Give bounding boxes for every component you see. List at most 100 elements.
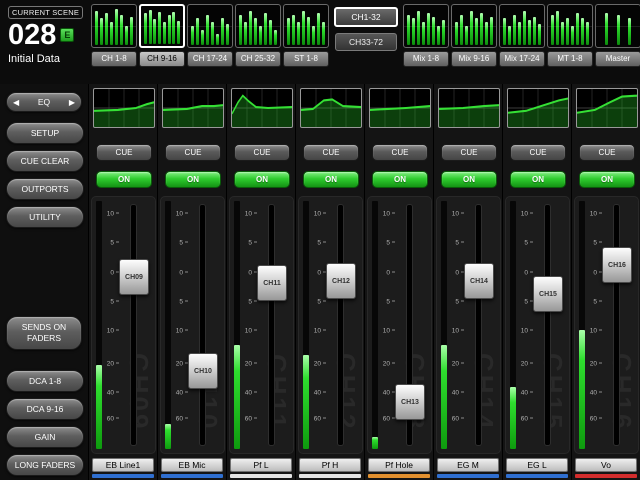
current-scene-label: CURRENT SCENE (8, 6, 83, 19)
channel-name[interactable]: Vo (575, 458, 637, 472)
on-button[interactable]: ON (372, 171, 428, 188)
cue-button[interactable]: CUE (303, 144, 359, 161)
cue-button[interactable]: CUE (510, 144, 566, 161)
bank-ch-1-8[interactable]: CH 1-8 (91, 4, 137, 84)
fader-scale-tick: 5 (179, 240, 188, 247)
bank-mix-9-16[interactable]: Mix 9-16 (451, 4, 497, 84)
on-button[interactable]: ON (510, 171, 566, 188)
fader-cap[interactable]: CH15 (533, 276, 563, 312)
bank-ch-9-16[interactable]: CH 9-16 (139, 4, 185, 84)
fader-cap[interactable]: CH12 (326, 263, 356, 299)
cue-clear-button[interactable]: CUE CLEAR (6, 150, 84, 172)
fader-cap[interactable]: CH14 (464, 263, 494, 299)
scene-panel[interactable]: CURRENT SCENE 028 E Initial Data (4, 4, 90, 84)
fader-scale-tick: 10 (314, 328, 326, 335)
on-button[interactable]: ON (579, 171, 635, 188)
on-button[interactable]: ON (303, 171, 359, 188)
fader-scale-tick: 60 (176, 415, 188, 422)
eq-curve-thumbnail[interactable] (93, 88, 155, 128)
meter-bar (274, 30, 277, 45)
gain-button[interactable]: GAIN (6, 426, 84, 448)
top-bar: CURRENT SCENE 028 E Initial Data CH 1-8C… (0, 0, 640, 84)
on-button[interactable]: ON (441, 171, 497, 188)
layer-button-ch33-72[interactable]: CH33-72 (335, 33, 397, 51)
channel-name[interactable]: EG L (506, 458, 568, 472)
fader-track[interactable] (614, 205, 619, 445)
bank-mt-1-8[interactable]: MT 1-8 (547, 4, 593, 84)
dca-1-8-button[interactable]: DCA 1-8 (6, 370, 84, 392)
meter-bar (465, 26, 468, 45)
cue-button[interactable]: CUE (372, 144, 428, 161)
fader-cap[interactable]: CH13 (395, 384, 425, 420)
fader-cap[interactable]: CH11 (257, 265, 287, 301)
fader-track[interactable] (131, 205, 136, 445)
bank-label: CH 1-8 (91, 51, 137, 67)
fader-scale: 1050510204060 (312, 203, 326, 447)
fader-scale: 1050510204060 (381, 203, 395, 447)
bank-mix-1-8[interactable]: Mix 1-8 (403, 4, 449, 84)
fader-track[interactable] (476, 205, 481, 445)
bank-mix-17-24[interactable]: Mix 17-24 (499, 4, 545, 84)
fader-area: CH121050510204060CH12 (298, 196, 363, 454)
eq-curve-thumbnail[interactable] (300, 88, 362, 128)
eq-curve-thumbnail[interactable] (231, 88, 293, 128)
bank-label: CH 9-16 (139, 51, 185, 67)
fader-scale-tick: 10 (590, 328, 602, 335)
meter-bar (269, 20, 272, 45)
utility-button[interactable]: UTILITY (6, 206, 84, 228)
cue-button[interactable]: CUE (441, 144, 497, 161)
fader-track[interactable] (200, 205, 205, 445)
cue-button[interactable]: CUE (165, 144, 221, 161)
eq-curve-thumbnail[interactable] (576, 88, 638, 128)
cue-button[interactable]: CUE (579, 144, 635, 161)
meter-bar (556, 11, 559, 45)
eq-curve-thumbnail[interactable] (507, 88, 569, 128)
layer-button-ch1-32[interactable]: CH1-32 (334, 7, 398, 27)
fader-area: CH141050510204060CH14 (436, 196, 501, 454)
setup-button[interactable]: SETUP (6, 122, 84, 144)
eq-curve-thumbnail[interactable] (369, 88, 431, 128)
channel-name[interactable]: EG M (437, 458, 499, 472)
cue-button[interactable]: CUE (234, 144, 290, 161)
channel-name[interactable]: EB Line1 (92, 458, 154, 472)
outports-button[interactable]: OUTPORTS (6, 178, 84, 200)
fader-scale: 1050510204060 (105, 203, 119, 447)
fader-cap[interactable]: CH16 (602, 247, 632, 283)
channel-name[interactable]: Pf H (299, 458, 361, 472)
on-button[interactable]: ON (165, 171, 221, 188)
channel-name[interactable]: Pf Hole (368, 458, 430, 472)
bank-master[interactable]: Master (595, 4, 640, 84)
on-button[interactable]: ON (96, 171, 152, 188)
level-meter-fill (234, 345, 240, 449)
channel-name[interactable]: EB Mic (161, 458, 223, 472)
chevron-left-icon[interactable]: ◀ (13, 98, 19, 107)
sends-on-faders-button[interactable]: SENDS ON FADERS (6, 316, 82, 350)
fader-track[interactable] (338, 205, 343, 445)
meter-bar (586, 22, 589, 45)
bank-st-1-8[interactable]: ST 1-8 (283, 4, 329, 84)
bank-ch-25-32[interactable]: CH 25-32 (235, 4, 281, 84)
long-faders-button[interactable]: LONG FADERS (6, 454, 84, 476)
channel-name[interactable]: Pf L (230, 458, 292, 472)
chevron-right-icon[interactable]: ▶ (69, 98, 75, 107)
level-meter (372, 201, 378, 449)
fader-track[interactable] (545, 205, 550, 445)
dca-9-16-button[interactable]: DCA 9-16 (6, 398, 84, 420)
fader-area: CH151050510204060CH15 (505, 196, 570, 454)
bank-meter (595, 4, 640, 48)
fader-cap[interactable]: CH09 (119, 259, 149, 295)
bank-ch-17-24[interactable]: CH 17-24 (187, 4, 233, 84)
meter-bar (125, 26, 128, 45)
meter-bar (259, 26, 262, 45)
meter-bar (95, 11, 98, 45)
meter-bar (538, 24, 541, 45)
meter-bar (110, 22, 113, 45)
cue-button[interactable]: CUE (96, 144, 152, 161)
on-button[interactable]: ON (234, 171, 290, 188)
eq-curve-thumbnail[interactable] (438, 88, 500, 128)
fader-track[interactable] (269, 205, 274, 445)
bank-meter (403, 4, 449, 48)
eq-curve-thumbnail[interactable] (162, 88, 224, 128)
fader-cap[interactable]: CH10 (188, 353, 218, 389)
main-area: ◀ EQ ▶ SETUP CUE CLEAR OUTPORTS UTILITY … (0, 84, 640, 480)
